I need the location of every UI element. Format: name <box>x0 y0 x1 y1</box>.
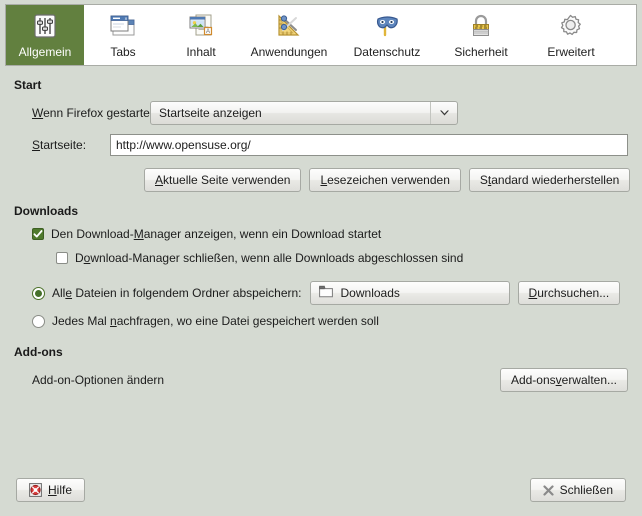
always-ask-radio[interactable] <box>32 315 45 328</box>
homepage-button-row: Aktuelle Seite verwenden Lesezeichen ver… <box>144 168 628 192</box>
startup-behavior-value: Startseite anzeigen <box>159 106 430 120</box>
use-current-page-button[interactable]: Aktuelle Seite verwenden <box>144 168 301 192</box>
sliders-icon <box>28 10 62 42</box>
close-button-label: Schließen <box>560 483 613 497</box>
close-dm-pre: D <box>75 251 84 265</box>
show-dm-pre: Den Download- <box>51 227 134 241</box>
startup-behavior-select[interactable]: Startseite anzeigen <box>150 101 458 125</box>
browser-tab-icon: × <box>106 10 140 42</box>
manage-addons-pre: Add-ons <box>511 373 556 387</box>
save-to-folder-label: Alle Dateien in folgendem Ordner abspeic… <box>52 286 302 300</box>
always-ask-pre: Jedes Mal <box>52 314 110 328</box>
tab-tabs-label: Tabs <box>110 45 135 59</box>
always-ask-label: Jedes Mal nachfragen, wo eine Datei gesp… <box>52 314 379 328</box>
padlock-icon <box>464 10 498 42</box>
gear-icon <box>554 10 588 42</box>
tab-anwendungen-label: Anwendungen <box>251 45 328 59</box>
preferences-window: Allgemein × Tabs <box>0 0 642 516</box>
show-dm-post: anager anzeigen, wenn ein Download start… <box>144 227 382 241</box>
help-button[interactable]: Hilfe <box>16 478 85 502</box>
tab-tabs[interactable]: × Tabs <box>84 5 162 65</box>
show-download-manager-row[interactable]: Den Download-Manager anzeigen, wenn ein … <box>32 227 628 241</box>
tab-datenschutz-label: Datenschutz <box>354 45 421 59</box>
dialog-button-bar: Hilfe Schließen <box>0 464 642 516</box>
browse-button[interactable]: Durchsuchen... <box>518 281 621 305</box>
use-current-page-accel: A <box>155 173 163 187</box>
homepage-input-value: http://www.opensuse.org/ <box>116 138 251 152</box>
restore-default-pre: S <box>480 173 488 187</box>
close-x-icon <box>543 485 554 496</box>
startup-label: Wenn Firefox gestartet wird: <box>32 106 150 120</box>
save-folder-pre: All <box>52 286 65 300</box>
addons-row: Add-on-Optionen ändern Add-ons verwalten… <box>32 368 628 392</box>
startup-label-accel: W <box>32 106 43 120</box>
tab-anwendungen[interactable]: Anwendungen <box>240 5 338 65</box>
restore-default-button[interactable]: Standard wiederherstellen <box>469 168 630 192</box>
show-download-manager-label: Den Download-Manager anzeigen, wenn ein … <box>51 227 381 241</box>
tab-sicherheit[interactable]: Sicherheit <box>436 5 526 65</box>
always-ask-accel: n <box>110 314 117 328</box>
help-accel: H <box>48 483 57 497</box>
download-folder-picker[interactable]: Downloads <box>310 281 510 305</box>
manage-addons-button[interactable]: Add-ons verwalten... <box>500 368 628 392</box>
group-title-start: Start <box>14 78 628 92</box>
radio-dot <box>35 290 42 297</box>
svg-text:A: A <box>206 29 210 35</box>
tab-erweitert-label: Erweitert <box>547 45 594 59</box>
close-button[interactable]: Schließen <box>530 478 626 502</box>
close-dm-post: wnload-Manager schließen, wenn alle Down… <box>90 251 463 265</box>
addons-description: Add-on-Optionen ändern <box>32 373 164 387</box>
homepage-label-rest: tartseite: <box>40 138 86 152</box>
homepage-row: Startseite: http://www.opensuse.org/ <box>32 134 628 156</box>
close-download-manager-label: Download-Manager schließen, wenn alle Do… <box>75 251 463 265</box>
close-download-manager-checkbox[interactable] <box>56 252 68 264</box>
close-download-manager-row[interactable]: Download-Manager schließen, wenn alle Do… <box>56 251 628 265</box>
tab-erweitert[interactable]: Erweitert <box>526 5 616 65</box>
browse-accel: D <box>529 286 538 300</box>
lifebuoy-help-icon <box>29 483 42 497</box>
save-to-folder-row: Alle Dateien in folgendem Ordner abspeic… <box>32 281 628 305</box>
use-bookmark-label: esezeichen verwenden <box>327 173 450 187</box>
chevron-down-icon <box>430 102 457 124</box>
content-page-icon: A <box>184 10 218 42</box>
folder-icon <box>319 285 333 301</box>
startup-row: Wenn Firefox gestartet wird: Startseite … <box>32 101 628 125</box>
manage-addons-post: erwalten... <box>562 373 617 387</box>
group-title-downloads: Downloads <box>14 204 628 218</box>
homepage-label: Startseite: <box>32 138 110 152</box>
browse-label: urchsuchen... <box>537 286 609 300</box>
save-folder-post: Dateien in folgendem Ordner abspeichern: <box>72 286 301 300</box>
help-label-rest: ilfe <box>57 483 72 497</box>
group-title-addons: Add-ons <box>14 345 628 359</box>
help-button-label: Hilfe <box>48 483 72 497</box>
show-download-manager-checkbox[interactable] <box>32 228 44 240</box>
svg-text:×: × <box>125 17 128 23</box>
use-bookmark-accel: L <box>320 173 327 187</box>
use-bookmark-button[interactable]: Lesezeichen verwenden <box>309 168 460 192</box>
tab-allgemein[interactable]: Allgemein <box>6 5 84 65</box>
homepage-input[interactable]: http://www.opensuse.org/ <box>110 134 628 156</box>
tab-inhalt-label: Inhalt <box>186 45 215 59</box>
tab-inhalt[interactable]: A Inhalt <box>162 5 240 65</box>
mask-icon <box>370 10 404 42</box>
preferences-tabstrip: Allgemein × Tabs <box>5 4 637 66</box>
download-folder-value: Downloads <box>341 286 400 300</box>
always-ask-row[interactable]: Jedes Mal nachfragen, wo eine Datei gesp… <box>32 314 628 328</box>
use-current-page-label: ktuelle Seite verwenden <box>163 173 290 187</box>
tab-datenschutz[interactable]: Datenschutz <box>338 5 436 65</box>
homepage-label-accel: S <box>32 138 40 152</box>
restore-default-label: andard wiederherstellen <box>491 173 619 187</box>
save-to-folder-radio[interactable] <box>32 287 45 300</box>
show-dm-accel: M <box>134 227 144 241</box>
tab-allgemein-label: Allgemein <box>19 45 72 59</box>
preferences-content: Start Wenn Firefox gestartet wird: Start… <box>0 66 642 464</box>
always-ask-post: achfragen, wo eine Datei gespeichert wer… <box>117 314 379 328</box>
ruler-scissors-icon <box>272 10 306 42</box>
tab-sicherheit-label: Sicherheit <box>454 45 507 59</box>
tabstrip-filler <box>616 5 636 65</box>
